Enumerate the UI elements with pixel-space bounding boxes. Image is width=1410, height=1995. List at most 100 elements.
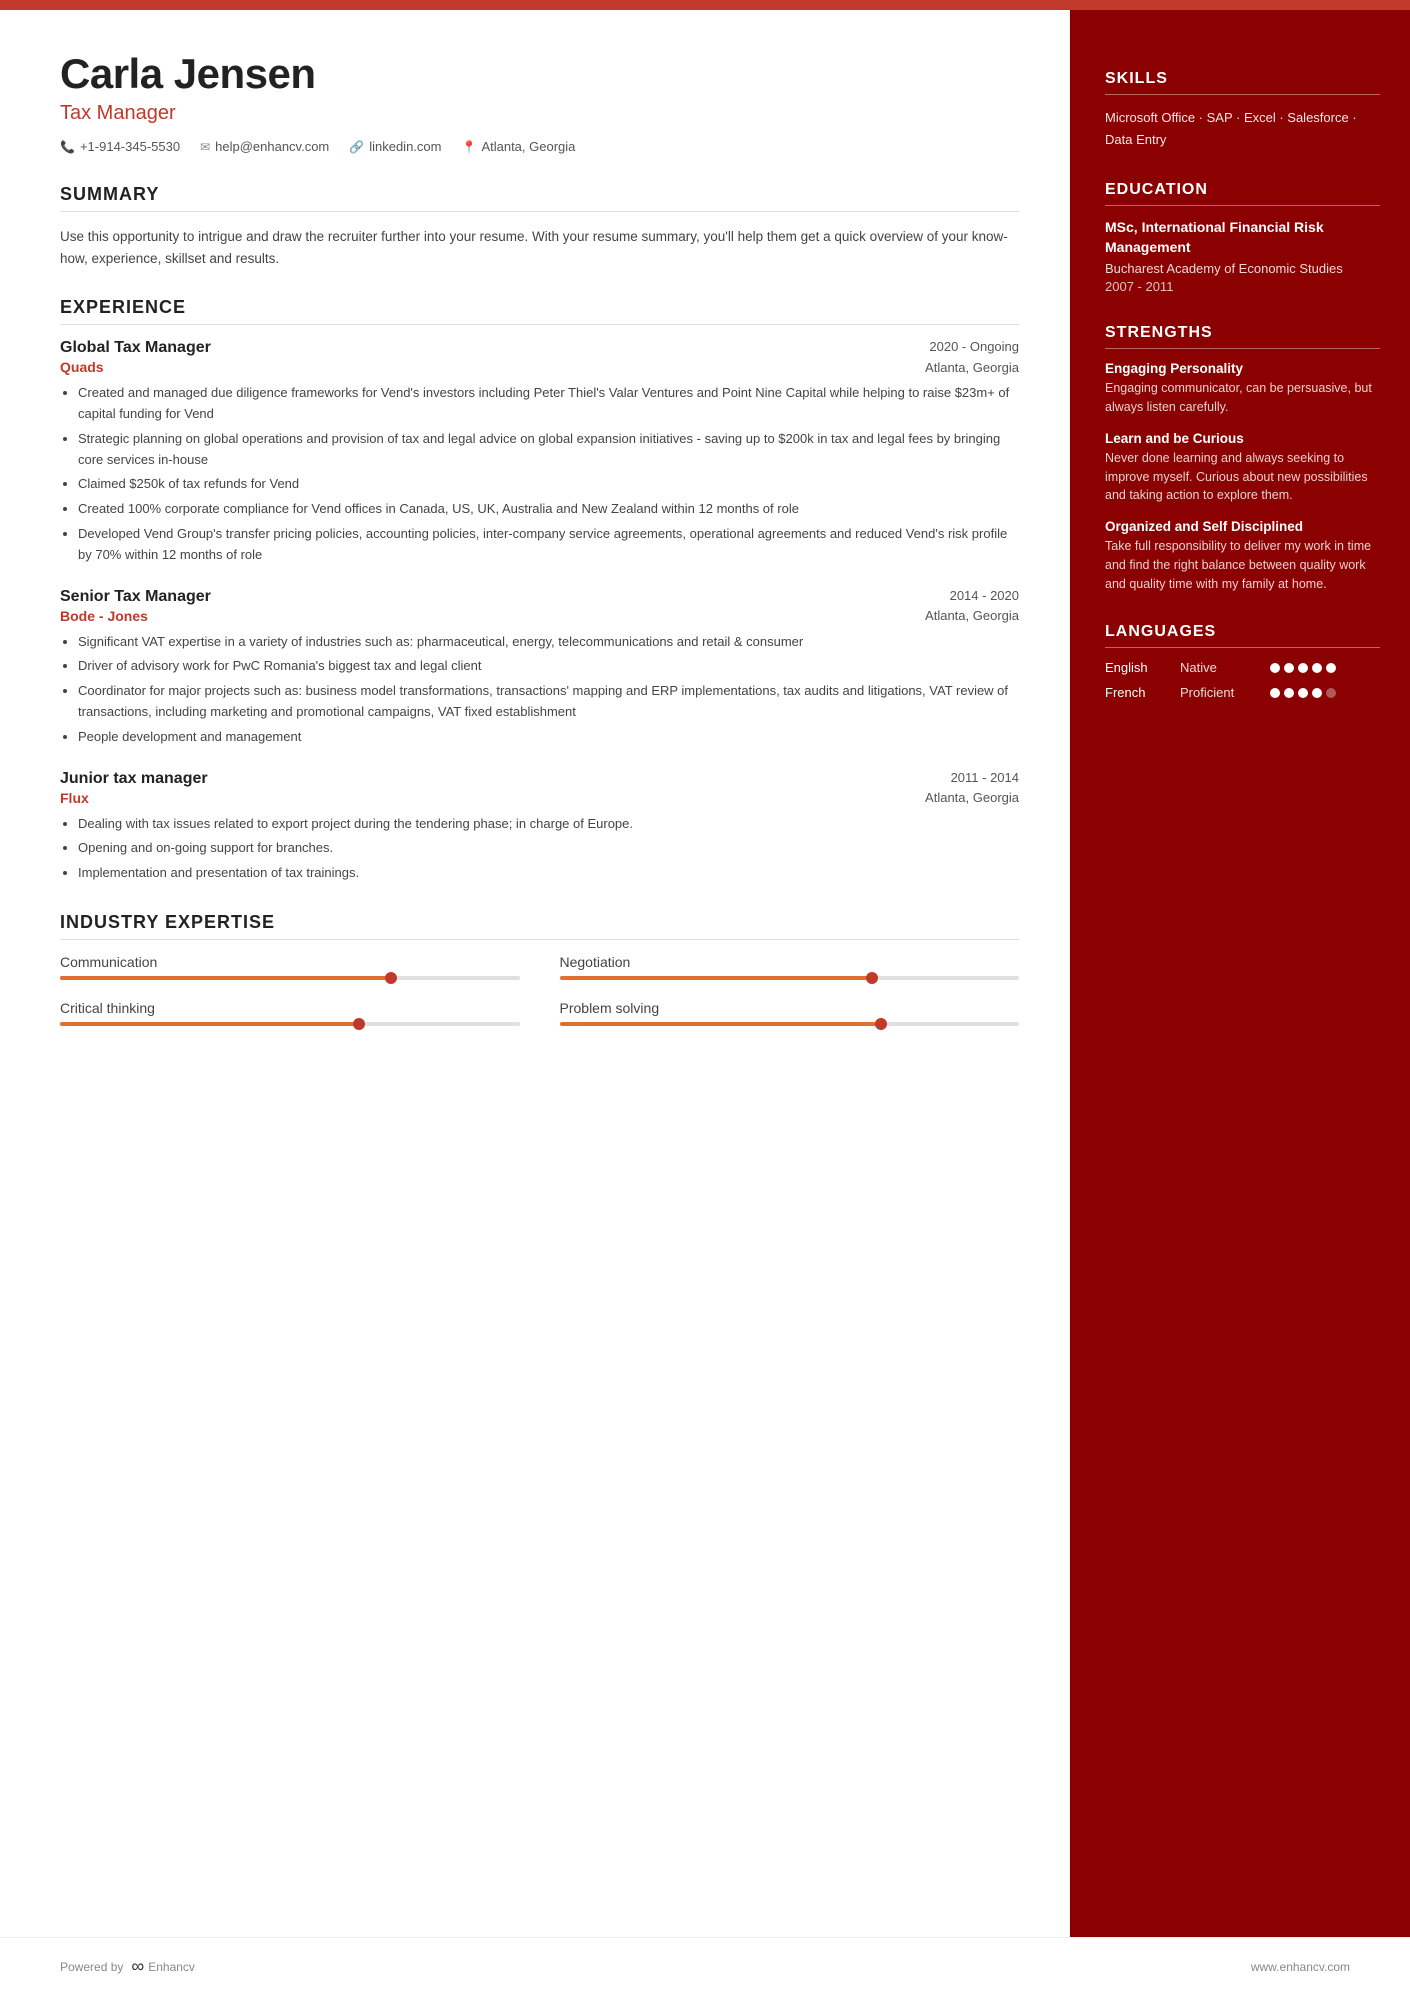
company-name: Quads [60, 359, 104, 375]
language-name: English [1105, 660, 1170, 675]
expertise-bar-fill [60, 976, 391, 980]
experience-section: EXPERIENCE Global Tax Manager2020 - Ongo… [60, 297, 1019, 884]
expertise-label: Problem solving [560, 1000, 1020, 1016]
expertise-bar-track [60, 976, 520, 980]
filled-dot [1284, 688, 1294, 698]
list-item: People development and management [78, 727, 1019, 748]
filled-dot [1298, 688, 1308, 698]
left-column: Carla Jensen Tax Manager 📞 +1-914-345-55… [0, 10, 1070, 1937]
empty-dot [1326, 688, 1336, 698]
language-row: FrenchProficient [1105, 685, 1380, 700]
expertise-label: Negotiation [560, 954, 1020, 970]
job-bullets: Created and managed due diligence framew… [60, 383, 1019, 565]
job-dates: 2014 - 2020 [950, 588, 1019, 603]
expertise-bar-track [60, 1022, 520, 1026]
filled-dot [1312, 663, 1322, 673]
languages-section: LANGUAGES EnglishNative FrenchProficient [1105, 623, 1380, 700]
list-item: Driver of advisory work for PwC Romania'… [78, 656, 1019, 677]
education-title: EDUCATION [1105, 181, 1380, 206]
expertise-bar-dot [866, 972, 878, 984]
footer-left: Powered by ∞ Enhancv [60, 1956, 195, 1977]
footer-website: www.enhancv.com [1251, 1960, 1350, 1974]
filled-dot [1270, 663, 1280, 673]
email-icon: ✉ [200, 140, 210, 154]
brand-name: Enhancv [148, 1960, 195, 1974]
linkedin-icon: 🔗 [349, 140, 364, 154]
job-title-text: Senior Tax Manager [60, 588, 211, 606]
filled-dot [1312, 688, 1322, 698]
expertise-bar-fill [60, 1022, 359, 1026]
list-item: Significant VAT expertise in a variety o… [78, 632, 1019, 653]
expertise-item: Negotiation [560, 954, 1020, 980]
job-company: Quads Atlanta, Georgia [60, 359, 1019, 375]
summary-text: Use this opportunity to intrigue and dra… [60, 226, 1019, 269]
language-row: EnglishNative [1105, 660, 1380, 675]
contact-linkedin: 🔗 linkedin.com [349, 139, 441, 154]
job-company: Flux Atlanta, Georgia [60, 790, 1019, 806]
strength-name: Learn and be Curious [1105, 431, 1380, 446]
expertise-bar-fill [560, 976, 872, 980]
job-location: Atlanta, Georgia [925, 790, 1019, 805]
list-item: Implementation and presentation of tax t… [78, 863, 1019, 884]
strength-desc: Engaging communicator, can be persuasive… [1105, 379, 1380, 417]
job-dates: 2020 - Ongoing [929, 339, 1019, 354]
expertise-item: Communication [60, 954, 520, 980]
job-entry: Junior tax manager2011 - 2014 Flux Atlanta… [60, 770, 1019, 884]
contact-location: 📍 Atlanta, Georgia [461, 139, 575, 154]
filled-dot [1326, 663, 1336, 673]
skills-section: SKILLS Microsoft Office · SAP · Excel · … [1105, 70, 1380, 151]
expertise-bar-dot [385, 972, 397, 984]
education-section: EDUCATION MSc, International Financial R… [1105, 181, 1380, 294]
resume-page: Carla Jensen Tax Manager 📞 +1-914-345-55… [0, 0, 1410, 1995]
expertise-bar-track [560, 976, 1020, 980]
strengths-section: STRENGTHS Engaging Personality Engaging c… [1105, 324, 1380, 593]
strength-desc: Never done learning and always seeking t… [1105, 449, 1380, 505]
expertise-title: INDUSTRY EXPERTISE [60, 912, 1019, 940]
strengths-title: STRENGTHS [1105, 324, 1380, 349]
job-entry: Senior Tax Manager 2014 - 2020 Bode - Jone… [60, 588, 1019, 748]
jobs-container: Global Tax Manager2020 - Ongoing Quads Atl… [60, 339, 1019, 884]
languages-container: EnglishNative FrenchProficient [1105, 660, 1380, 700]
languages-title: LANGUAGES [1105, 623, 1380, 648]
experience-title: EXPERIENCE [60, 297, 1019, 325]
enhancv-logo-icon: ∞ [131, 1956, 144, 1977]
company-name: Flux [60, 790, 89, 806]
list-item: Created 100% corporate compliance for Ve… [78, 499, 1019, 520]
phone-text: +1-914-345-5530 [80, 139, 180, 154]
skills-title: SKILLS [1105, 70, 1380, 95]
top-bar [0, 0, 1410, 10]
contact-email: ✉ help@enhancv.com [200, 139, 329, 154]
footer-logo: ∞ Enhancv [131, 1956, 195, 1977]
candidate-name: Carla Jensen [60, 50, 1019, 98]
expertise-grid: CommunicationNegotiationCritical thinkin… [60, 954, 1019, 1026]
summary-title: SUMMARY [60, 184, 1019, 212]
job-company: Bode - JonesAtlanta, Georgia [60, 608, 1019, 624]
phone-icon: 📞 [60, 140, 75, 154]
skills-text: Microsoft Office · SAP · Excel · Salesfo… [1105, 107, 1380, 151]
expertise-bar-dot [353, 1018, 365, 1030]
expertise-bar-dot [875, 1018, 887, 1030]
job-header: Junior tax manager2011 - 2014 [60, 770, 1019, 788]
list-item: Dealing with tax issues related to expor… [78, 814, 1019, 835]
job-location: Atlanta, Georgia [925, 608, 1019, 623]
language-name: French [1105, 685, 1170, 700]
expertise-label: Communication [60, 954, 520, 970]
job-location: Atlanta, Georgia [925, 360, 1019, 375]
filled-dot [1298, 663, 1308, 673]
list-item: Developed Vend Group's transfer pricing … [78, 524, 1019, 566]
expertise-item: Problem solving [560, 1000, 1020, 1026]
list-item: Claimed $250k of tax refunds for Vend [78, 474, 1019, 495]
expertise-bar-fill [560, 1022, 882, 1026]
list-item: Opening and on-going support for branche… [78, 838, 1019, 859]
strength-item: Organized and Self DisciplinedTake full … [1105, 519, 1380, 593]
linkedin-text: linkedin.com [369, 139, 441, 154]
strength-name: Engaging Personality [1105, 361, 1380, 376]
candidate-job-title: Tax Manager [60, 102, 1019, 125]
job-bullets: Significant VAT expertise in a variety o… [60, 632, 1019, 748]
job-header: Global Tax Manager2020 - Ongoing [60, 339, 1019, 357]
summary-section: SUMMARY Use this opportunity to intrigue… [60, 184, 1019, 269]
contact-phone: 📞 +1-914-345-5530 [60, 139, 180, 154]
strength-item: Learn and be Curious Never done learning … [1105, 431, 1380, 505]
strength-item: Engaging Personality Engaging communicato… [1105, 361, 1380, 417]
job-title-text: Junior tax manager [60, 770, 208, 788]
